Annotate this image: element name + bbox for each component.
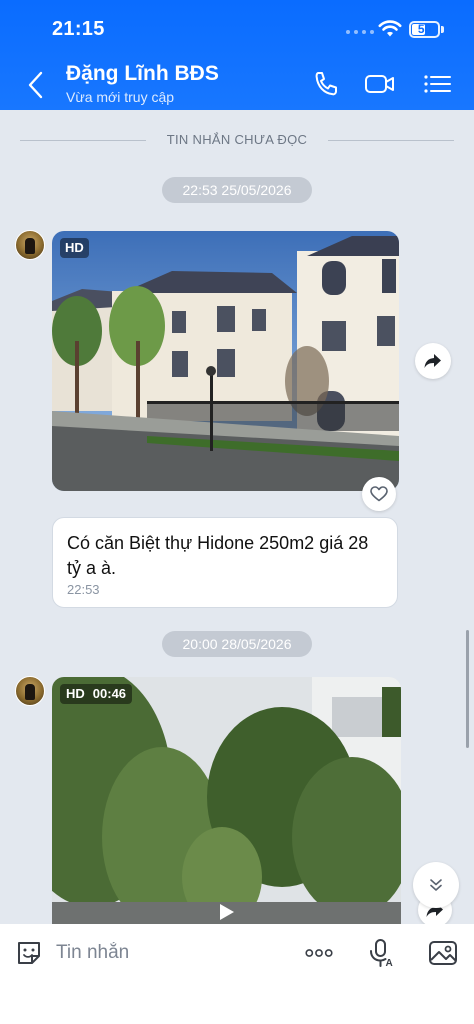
video-camera-icon[interactable] bbox=[364, 70, 396, 98]
like-button[interactable] bbox=[362, 477, 396, 511]
scroll-to-bottom-button[interactable] bbox=[413, 862, 459, 908]
sticker-icon[interactable] bbox=[14, 938, 44, 968]
divider-line bbox=[328, 140, 454, 141]
date-separator: 22:53 25/05/2026 bbox=[162, 177, 312, 203]
voice-icon[interactable]: A bbox=[366, 938, 396, 968]
message-time: 22:53 bbox=[67, 582, 100, 597]
battery-icon: 50 bbox=[409, 21, 440, 38]
double-chevron-down-icon bbox=[430, 879, 442, 891]
list-menu-icon[interactable] bbox=[422, 70, 454, 98]
battery-percent: 50 bbox=[417, 22, 432, 36]
share-button[interactable] bbox=[415, 343, 451, 379]
video-duration: 00:46 bbox=[92, 686, 127, 701]
hd-badge: HD bbox=[60, 238, 89, 258]
back-arrow-icon[interactable] bbox=[22, 68, 52, 102]
text-message[interactable]: Có căn Biệt thự Hidone 250m2 giá 28 tỷ a… bbox=[52, 517, 398, 608]
svg-text:A: A bbox=[386, 958, 393, 968]
chat-area[interactable]: TIN NHẮN CHƯA ĐỌC 22:53 25/05/2026 HD Có… bbox=[0, 110, 474, 924]
cellular-signal-icon bbox=[346, 30, 374, 34]
share-arrow-icon bbox=[424, 354, 441, 368]
phone-icon[interactable] bbox=[310, 70, 342, 98]
wifi-icon bbox=[378, 20, 402, 37]
video-thumbnail bbox=[52, 677, 401, 924]
contact-status: Vừa mới truy cập bbox=[66, 89, 175, 105]
scrollbar[interactable] bbox=[466, 630, 469, 748]
message-composer: A bbox=[0, 924, 474, 1024]
video-message[interactable]: HD 00:46 bbox=[52, 677, 401, 924]
heart-icon bbox=[370, 486, 388, 502]
battery-nub bbox=[441, 26, 444, 33]
gallery-icon[interactable] bbox=[428, 938, 458, 968]
photo-message[interactable]: HD bbox=[52, 231, 399, 491]
app-header: 21:15 50 Đặng Lĩnh BĐS Vừa mới truy cập bbox=[0, 0, 474, 110]
message-text: Có căn Biệt thự Hidone 250m2 giá 28 tỷ a… bbox=[67, 533, 369, 578]
contact-name[interactable]: Đặng Lĩnh BĐS bbox=[66, 62, 219, 86]
status-time: 21:15 bbox=[52, 18, 105, 40]
video-badge: HD 00:46 bbox=[60, 684, 133, 704]
avatar[interactable] bbox=[15, 676, 45, 706]
avatar[interactable] bbox=[15, 230, 45, 260]
date-separator: 20:00 28/05/2026 bbox=[162, 631, 312, 657]
unread-divider: TIN NHẮN CHƯA ĐỌC bbox=[20, 130, 454, 150]
nav-bar: Đặng Lĩnh BĐS Vừa mới truy cập bbox=[0, 60, 474, 110]
more-dots-icon[interactable] bbox=[304, 938, 334, 968]
status-bar: 21:15 50 bbox=[0, 0, 474, 60]
hd-badge: HD bbox=[66, 686, 85, 701]
play-icon[interactable] bbox=[219, 903, 235, 921]
message-input[interactable] bbox=[56, 938, 286, 968]
villa-photo bbox=[52, 231, 399, 491]
